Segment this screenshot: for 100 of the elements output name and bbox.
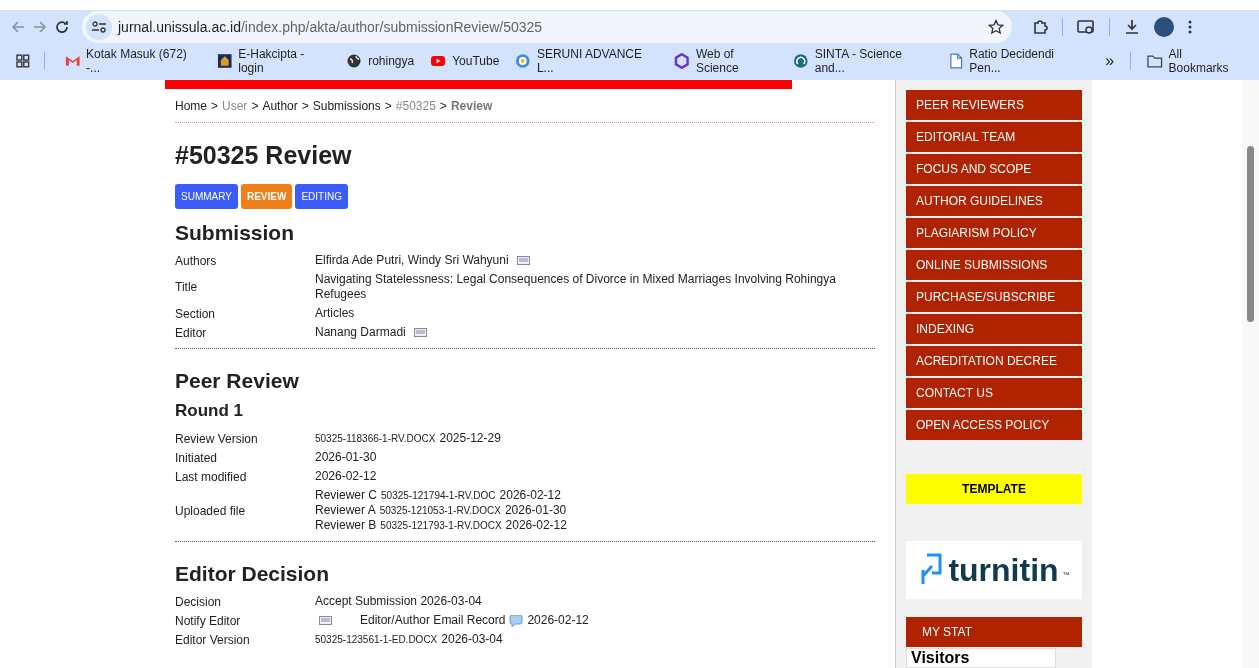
sidebar-link[interactable]: PLAGIARISM POLICY — [906, 218, 1082, 248]
breadcrumb-separator: > — [301, 99, 309, 113]
file-link[interactable]: 50325-121053-1-RV.DOCX — [379, 503, 501, 518]
field-value: 2026-02-12 — [499, 488, 561, 503]
tab[interactable]: EDITING — [295, 184, 348, 209]
field-value: 2026-02-12 — [505, 518, 567, 533]
section-heading: Peer Review — [175, 369, 300, 393]
field-value: 2026-03-04 — [441, 632, 503, 647]
bookmark-star-icon[interactable] — [988, 19, 1004, 35]
field-label: Uploaded file — [175, 503, 247, 518]
field-label: Review Version — [175, 431, 259, 446]
download-icon[interactable] — [1124, 19, 1140, 35]
bookmark[interactable]: SINTA - Science and... — [787, 44, 938, 78]
mail-icon — [64, 53, 81, 69]
field-value: Accept Submission 2026-03-04 — [315, 594, 482, 609]
logo-text: turnitin — [948, 551, 1059, 589]
bookmark[interactable]: Kotak Masuk (672) -... — [58, 44, 207, 78]
bookmark[interactable]: SERUNI ADVANCE L... — [509, 44, 665, 78]
bookmark[interactable]: YouTube — [424, 50, 506, 72]
site-settings-icon[interactable] — [92, 21, 106, 33]
section-heading: Submission — [175, 221, 296, 245]
sidebar-link[interactable]: PEER REVIEWERS — [906, 90, 1082, 120]
breadcrumb-item[interactable]: Home — [175, 99, 207, 113]
sidebar-link[interactable]: PURCHASE/SUBSCRIBE — [906, 282, 1082, 312]
url-text: jurnal.unissula.ac.id/index.php/akta/author/submissionReview/50325 — [118, 19, 544, 35]
visitors-label: Visitors — [906, 648, 1056, 668]
sidebar-link[interactable]: INDEXING — [906, 314, 1082, 344]
all-bookmarks-button[interactable]: All Bookmarks — [1141, 44, 1249, 78]
field-label: Title — [175, 280, 199, 294]
profile-avatar[interactable] — [1154, 17, 1174, 37]
stat-heading: MY STAT — [906, 617, 1082, 647]
bookmark[interactable]: E-Hakcipta - login — [210, 44, 337, 78]
envelope-icon[interactable] — [413, 328, 427, 337]
field-value: 2025-12-29 — [439, 431, 501, 446]
sidebar-link[interactable]: AUTHOR GUIDELINES — [906, 186, 1082, 216]
field-label: Last modified — [175, 469, 248, 484]
subsection-heading: Round 1 — [175, 401, 244, 421]
field-value: 2026-02-12 — [315, 469, 377, 484]
field-value: Elfirda Ade Putri, Windy Sri Wahyuni — [315, 253, 509, 268]
breadcrumb-separator: > — [439, 99, 447, 113]
breadcrumb-separator: > — [211, 99, 219, 113]
file-link[interactable]: 50325-123561-1-ED.DOCX — [315, 632, 438, 647]
breadcrumb-item: Review — [450, 99, 493, 113]
field-label: Editor Version — [175, 632, 251, 647]
sidebar-link[interactable]: ONLINE SUBMISSIONS — [906, 250, 1082, 280]
field-value: 2026-02-12 — [527, 613, 589, 628]
hexagon-icon — [674, 53, 690, 69]
envelope-icon[interactable] — [319, 616, 332, 625]
emblem-icon — [216, 53, 233, 69]
scroll-thumb[interactable] — [1247, 146, 1254, 322]
play-icon — [430, 53, 447, 69]
breadcrumb-item[interactable]: #50325 — [395, 99, 436, 113]
document-icon — [947, 53, 964, 69]
sidebar-link[interactable]: ACREDITATION DECREE — [906, 346, 1082, 376]
address-bar[interactable]: jurnal.unissula.ac.id/index.php/akta/author/submissionReview/50325 — [82, 11, 1012, 43]
breadcrumb-item[interactable]: Author — [262, 99, 298, 113]
seal-icon — [515, 53, 531, 69]
field-value: Reviewer A — [315, 503, 376, 518]
apps-grid-icon[interactable] — [16, 54, 30, 68]
field-label: Section — [175, 306, 217, 321]
file-link[interactable]: 50325-118366-1-RV.DOCX — [315, 431, 436, 446]
extensions-icon[interactable] — [1032, 19, 1048, 35]
bookmark[interactable]: Ratio Decidendi Pen... — [941, 44, 1092, 78]
breadcrumb-item[interactable]: Submissions — [312, 99, 381, 113]
field-label: Authors — [175, 253, 218, 268]
overflow-button[interactable]: » — [1099, 49, 1121, 73]
swirl-icon — [793, 53, 809, 69]
bookmark[interactable]: rohingya — [340, 50, 421, 72]
field-value: 2026-01-30 — [315, 450, 377, 465]
breadcrumb-separator: > — [384, 99, 392, 113]
tab[interactable]: SUMMARY — [175, 184, 238, 209]
section-heading: Editor Decision — [175, 562, 331, 586]
lens-icon[interactable] — [1077, 19, 1095, 35]
email-record-link[interactable]: Editor/Author Email Record — [360, 613, 506, 628]
field-value: 2026-01-30 — [504, 503, 567, 518]
page-title: #50325 Review — [175, 141, 353, 170]
file-link[interactable]: 50325-121793-1-RV.DOCX — [380, 518, 502, 533]
sidebar-link[interactable]: EDITORIAL TEAM — [906, 122, 1082, 152]
sidebar-link[interactable]: CONTACT US — [906, 378, 1082, 408]
sidebar-link[interactable]: OPEN ACCESS POLICY — [906, 410, 1082, 440]
reload-icon[interactable] — [54, 19, 70, 35]
sidebar-link[interactable]: FOCUS AND SCOPE — [906, 154, 1082, 184]
field-value: Articles — [315, 306, 355, 321]
field-label: Notify Editor — [175, 613, 242, 628]
field-value: Navigating Statelessness: Legal Consequences of Divorce in Mixed Marriages Involving Rohingya Refugees — [315, 272, 837, 302]
template-button[interactable]: TEMPLATE — [906, 474, 1082, 504]
folder-icon — [1147, 54, 1163, 68]
breadcrumb-separator: > — [251, 99, 259, 113]
envelope-icon[interactable] — [516, 256, 530, 265]
globe-icon — [346, 53, 363, 69]
field-label: Editor — [175, 325, 208, 340]
menu-icon[interactable] — [1188, 20, 1192, 34]
field-value: Reviewer B — [315, 518, 377, 533]
scrollbar[interactable] — [1242, 80, 1259, 668]
bookmark[interactable]: Web of Science — [668, 44, 784, 78]
field-value: Nanang Darmadi — [315, 325, 406, 340]
file-link[interactable]: 50325-121794-1-RV.DOC — [381, 488, 496, 503]
breadcrumb-item[interactable]: User — [222, 99, 248, 113]
field-label: Decision — [175, 594, 223, 609]
field-value: Reviewer C — [315, 488, 377, 503]
